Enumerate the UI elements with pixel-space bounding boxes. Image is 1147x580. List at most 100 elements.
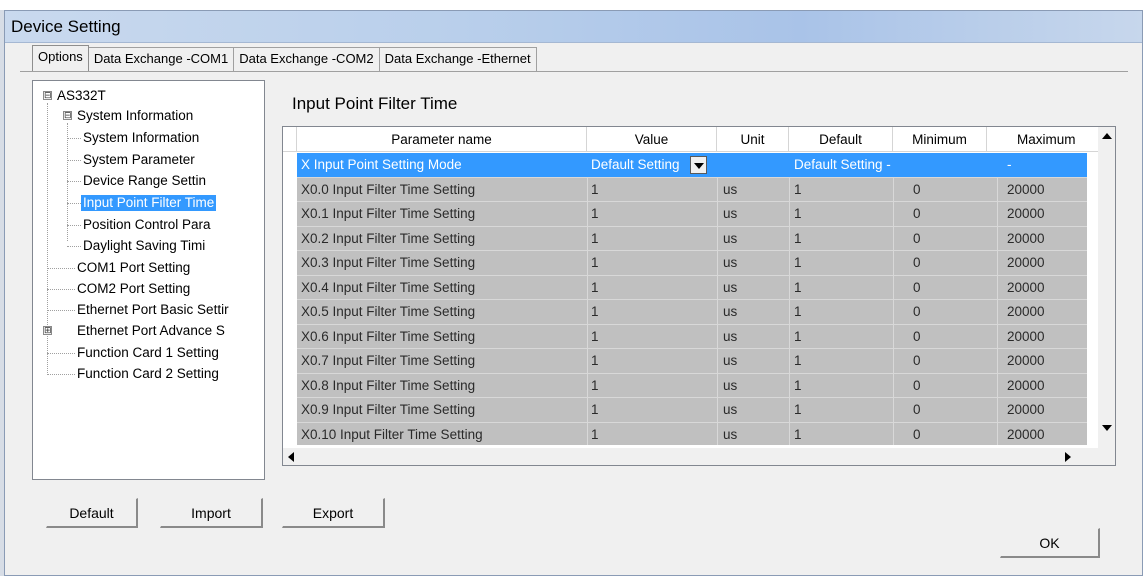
column-header-default[interactable]: Default	[789, 127, 893, 152]
default-button[interactable]: Default	[46, 498, 138, 528]
tree-item-input-point-filter-time[interactable]: Input Point Filter Time	[81, 195, 217, 211]
import-button[interactable]: Import	[160, 498, 263, 528]
table-row[interactable]: X0.3 Input Filter Time Setting 1 us 1 0 …	[297, 251, 1087, 276]
tree-item-ethernet-advance[interactable]: Ethernet Port Advance S	[77, 323, 225, 339]
table-row[interactable]: X0.1 Input Filter Time Setting 1 us 1 0 …	[297, 202, 1087, 227]
tree-line	[67, 160, 81, 161]
cell-default: 1	[794, 426, 802, 442]
tree-item-function-card-1[interactable]: Function Card 1 Setting	[77, 345, 219, 361]
cell-default: 1	[794, 377, 802, 393]
grid-header: Parameter name Value Unit Default Minimu…	[283, 127, 1101, 152]
vertical-scrollbar[interactable]	[1098, 127, 1115, 449]
cell-parameter-name: X0.8 Input Filter Time Setting	[301, 377, 476, 393]
table-row[interactable]: X Input Point Setting Mode Default Setti…	[297, 153, 1087, 178]
tab-data-exchange-ethernet[interactable]: Data Exchange -Ethernet	[378, 47, 537, 71]
export-button[interactable]: Export	[282, 498, 385, 528]
cell-default: 1	[794, 304, 802, 319]
tab-strip: Options Data Exchange -COM1 Data Exchang…	[32, 45, 537, 71]
scroll-left-icon[interactable]	[288, 452, 294, 462]
cell-value[interactable]: 1	[591, 374, 691, 398]
cell-minimum: 0	[913, 426, 921, 442]
table-row[interactable]: X0.8 Input Filter Time Setting 1 us 1 0 …	[297, 373, 1087, 398]
cell-minimum: 0	[913, 279, 921, 295]
expand-icon[interactable]: ⊞	[43, 326, 52, 335]
tree-item-function-card-2[interactable]: Function Card 2 Setting	[77, 366, 219, 382]
cell-maximum: 20000	[1007, 304, 1045, 319]
table-row[interactable]: X0.10 Input Filter Time Setting 1 us 1 0…	[297, 422, 1087, 446]
ok-button[interactable]: OK	[1000, 528, 1100, 558]
cell-value[interactable]: Default Setting	[591, 153, 689, 177]
cell-value[interactable]: 1	[591, 398, 691, 422]
cell-unit: us	[723, 279, 738, 295]
column-header-parameter-name[interactable]: Parameter name	[297, 127, 587, 152]
tab-data-exchange-com2[interactable]: Data Exchange -COM2	[233, 47, 380, 71]
tree-item-device-range[interactable]: Device Range Settin	[83, 173, 206, 189]
tree-item-position-control[interactable]: Position Control Para	[83, 217, 211, 233]
table-row[interactable]: X0.4 Input Filter Time Setting 1 us 1 0 …	[297, 275, 1087, 300]
column-header-maximum[interactable]: Maximum	[987, 127, 1101, 152]
tree-item-com1-port[interactable]: COM1 Port Setting	[77, 260, 190, 276]
title-bar[interactable]: Device Setting	[5, 11, 1142, 43]
cell-value[interactable]: 1	[591, 227, 691, 251]
cell-value[interactable]: 1	[591, 300, 691, 324]
cell-value[interactable]: 1	[591, 423, 691, 446]
cell-parameter-name: X Input Point Setting Mode	[301, 157, 462, 172]
cell-maximum: 20000	[1007, 206, 1045, 221]
tree-item-system-parameter[interactable]: System Parameter	[83, 152, 195, 168]
cell-value[interactable]: 1	[591, 325, 691, 349]
cell-default: 1	[794, 255, 802, 270]
tree-item-daylight-saving[interactable]: Daylight Saving Timi	[83, 238, 205, 254]
table-row[interactable]: X0.5 Input Filter Time Setting 1 us 1 0 …	[297, 300, 1087, 325]
cell-default: 1	[794, 206, 802, 221]
header-row-selector	[283, 127, 297, 152]
cell-unit	[723, 153, 789, 177]
cell-parameter-name: X0.10 Input Filter Time Setting	[301, 426, 483, 442]
table-row[interactable]: X0.9 Input Filter Time Setting 1 us 1 0 …	[297, 398, 1087, 423]
cell-unit: us	[723, 304, 738, 319]
column-header-value[interactable]: Value	[587, 127, 717, 152]
horizontal-scrollbar[interactable]	[283, 448, 1100, 465]
scroll-right-icon[interactable]	[1065, 452, 1071, 462]
table-row[interactable]: X0.7 Input Filter Time Setting 1 us 1 0 …	[297, 349, 1087, 374]
tab-options[interactable]: Options	[32, 45, 89, 71]
cell-minimum: 0	[913, 304, 921, 319]
table-row[interactable]: X0.2 Input Filter Time Setting 1 us 1 0 …	[297, 226, 1087, 251]
parameter-grid[interactable]: Parameter name Value Unit Default Minimu…	[282, 126, 1116, 466]
cell-default: 1	[794, 279, 802, 295]
tree-item-system-information-group[interactable]: System Information	[77, 108, 193, 124]
tree-item-com2-port[interactable]: COM2 Port Setting	[77, 281, 190, 297]
cell-value[interactable]: 1	[591, 251, 691, 275]
cell-minimum: 0	[913, 181, 921, 197]
cell-value[interactable]: 1	[591, 178, 691, 202]
tree-item-as332t[interactable]: AS332T	[57, 88, 106, 104]
cell-parameter-name: X0.1 Input Filter Time Setting	[301, 206, 476, 221]
value-dropdown-icon[interactable]	[690, 156, 707, 174]
scroll-up-icon[interactable]	[1102, 133, 1112, 139]
collapse-icon[interactable]: ⊟	[43, 91, 52, 100]
tree-line	[67, 138, 81, 139]
cell-default: 1	[794, 353, 802, 368]
horizontal-scroll-thumb[interactable]	[300, 450, 1060, 463]
column-header-minimum[interactable]: Minimum	[893, 127, 987, 152]
cell-value[interactable]: 1	[591, 276, 691, 300]
column-header-unit[interactable]: Unit	[717, 127, 789, 152]
settings-tree[interactable]: ⊟ AS332T ⊟ System Information System Inf…	[32, 80, 265, 480]
tree-item-system-information[interactable]: System Information	[83, 130, 199, 146]
table-row[interactable]: X0.0 Input Filter Time Setting 1 us 1 0 …	[297, 177, 1087, 202]
cell-default: 1	[794, 328, 802, 344]
tab-data-exchange-com1[interactable]: Data Exchange -COM1	[87, 47, 235, 71]
cell-minimum: 0	[913, 328, 921, 344]
cell-parameter-name: X0.3 Input Filter Time Setting	[301, 255, 476, 270]
scroll-down-icon[interactable]	[1102, 425, 1112, 431]
tree-line	[47, 268, 75, 269]
tree-line	[47, 289, 75, 290]
tree-item-ethernet-basic[interactable]: Ethernet Port Basic Settir	[77, 302, 229, 318]
cell-value[interactable]: 1	[591, 349, 691, 373]
tree-line	[67, 225, 81, 226]
cell-unit: us	[723, 255, 738, 270]
table-row[interactable]: X0.6 Input Filter Time Setting 1 us 1 0 …	[297, 324, 1087, 349]
collapse-icon[interactable]: ⊟	[63, 111, 72, 120]
cell-unit: us	[723, 181, 738, 197]
cell-unit: us	[723, 328, 738, 344]
cell-value[interactable]: 1	[591, 202, 691, 226]
